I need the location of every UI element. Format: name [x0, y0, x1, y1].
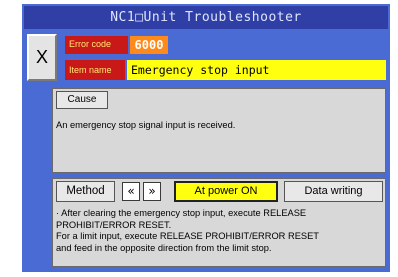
item-name-label: Item name	[65, 60, 125, 80]
cause-text: An emergency stop signal input is receiv…	[56, 120, 236, 130]
item-name-value: Emergency stop input	[127, 60, 386, 80]
method-text: · After clearing the emergency stop inpu…	[56, 208, 382, 254]
data-writing-button[interactable]: Data writing	[284, 181, 383, 202]
error-code-value: 6000	[130, 36, 168, 54]
close-button[interactable]: X	[27, 34, 57, 81]
method-line: and feed in the opposite direction from …	[56, 242, 272, 253]
method-line: · After clearing the emergency stop inpu…	[56, 208, 307, 218]
previous-button[interactable]: «	[122, 182, 140, 201]
method-tab[interactable]: Method	[56, 181, 115, 202]
next-button[interactable]: »	[143, 182, 161, 201]
method-line: For a limit input, execute RELEASE PROHI…	[56, 231, 319, 241]
at-power-on-button[interactable]: At power ON	[174, 181, 278, 202]
window-title: NC1□Unit Troubleshooter	[24, 6, 388, 29]
error-code-label: Error code	[65, 36, 128, 54]
method-line: PROHIBIT/ERROR RESET.	[56, 219, 172, 230]
cause-tab[interactable]: Cause	[56, 91, 108, 109]
